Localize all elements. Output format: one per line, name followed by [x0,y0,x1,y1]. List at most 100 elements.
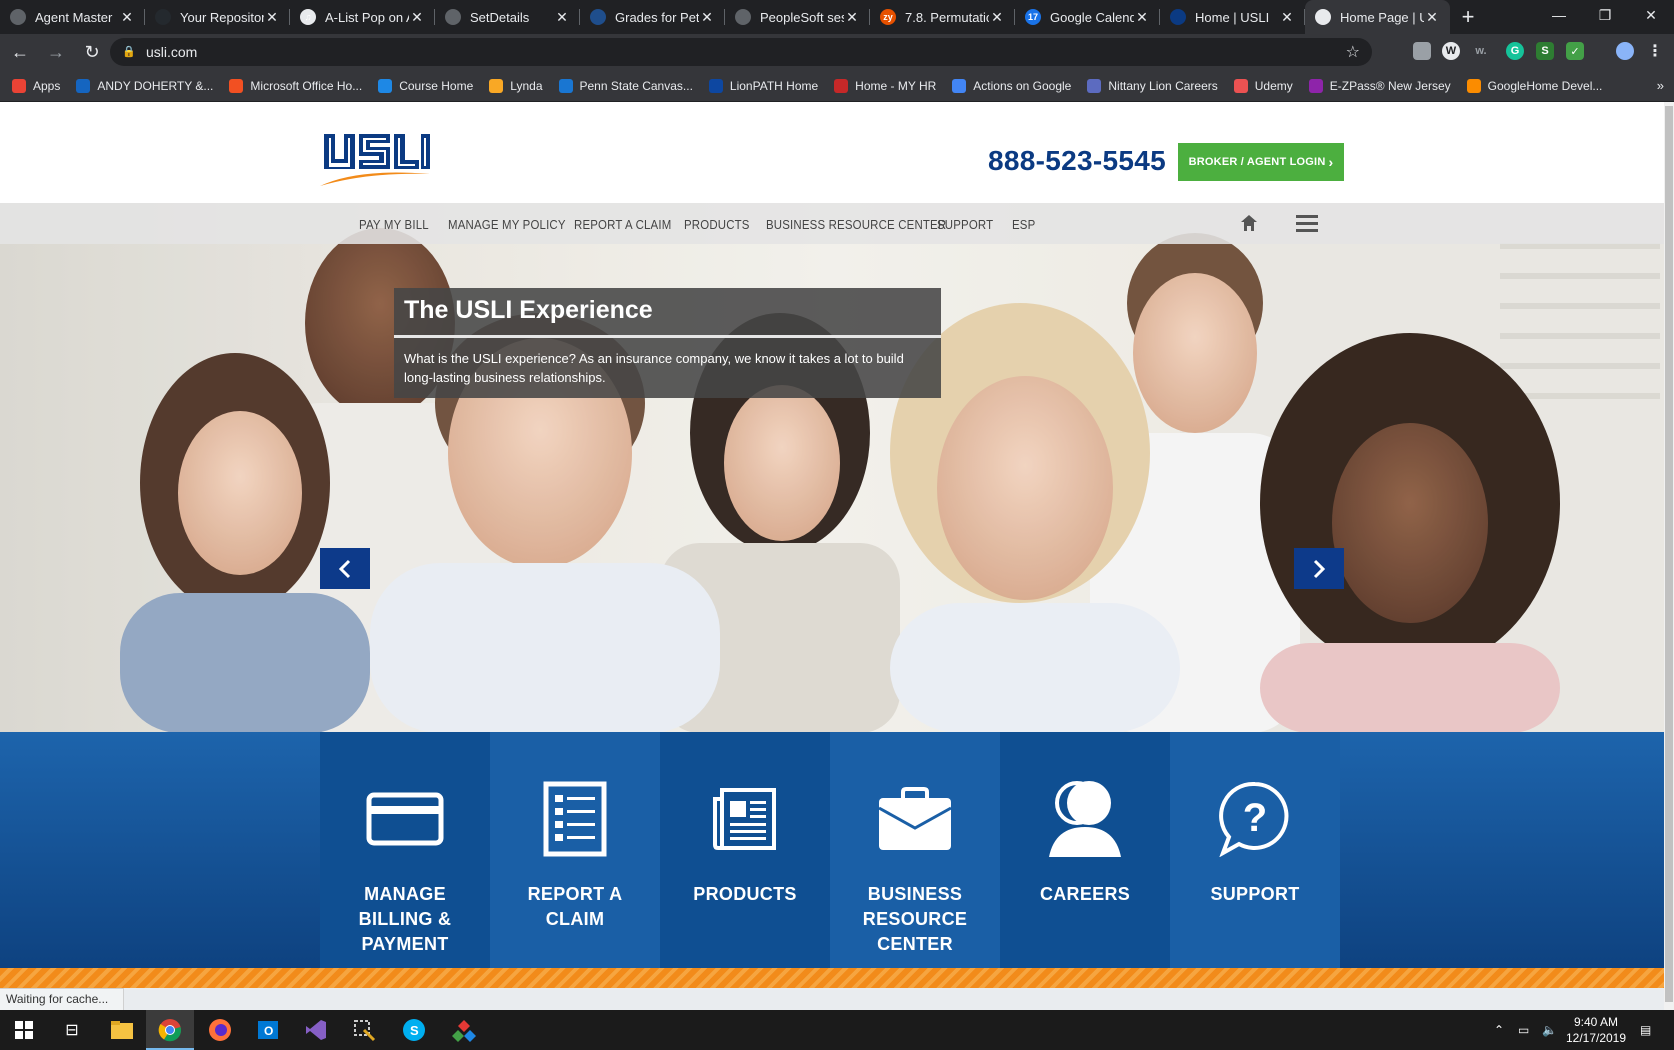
firefox-icon[interactable] [208,1018,232,1042]
browser-tab[interactable]: SetDetails ✕ [435,0,580,34]
browser-tab[interactable]: Home | USLI ✕ [1160,0,1305,34]
wikipedia-extension-icon[interactable]: W [1442,42,1460,60]
bookmark-item[interactable]: Udemy [1233,78,1293,93]
tile-support[interactable]: ? SUPPORT [1170,732,1340,968]
visual-studio-icon[interactable] [304,1018,328,1042]
menu-kebab-icon[interactable]: ⋮ [1646,42,1664,60]
bookmark-item[interactable]: Home - MY HR [834,78,936,93]
nav-products[interactable]: PRODUCTS [684,217,750,232]
bookmark-item[interactable]: Penn State Canvas... [558,78,693,93]
carousel-next-button[interactable] [1294,548,1344,589]
nav-business-resource-center[interactable]: BUSINESS RESOURCE CENTER [766,217,946,232]
phone-number[interactable]: 888-523-5545 [988,145,1166,177]
close-window-button[interactable]: ✕ [1628,0,1674,30]
bookmark-label: E-ZPass® New Jersey [1329,78,1451,93]
home-icon[interactable] [1240,214,1258,232]
file-explorer-icon[interactable] [110,1018,134,1042]
new-tab-button[interactable]: + [1450,0,1486,34]
tab-close-icon[interactable]: ✕ [264,9,280,26]
bookmark-star-icon[interactable]: ☆ [1346,42,1360,62]
tab-list: Agent Master ✕ Your Repository ✕ ♫ A-List Pop… [0,0,1450,34]
back-button[interactable]: ← [4,36,36,68]
minimize-button[interactable]: — [1536,0,1582,30]
task-view-icon[interactable]: ⊟ [60,1018,84,1042]
tab-close-icon[interactable]: ✕ [844,9,860,26]
usli-logo[interactable] [318,128,433,188]
extension-icon[interactable] [1413,42,1431,60]
extension-w-icon[interactable]: w. [1472,42,1490,60]
nav-pay-my-bill[interactable]: PAY MY BILL [359,217,429,232]
bookmark-item[interactable]: E-ZPass® New Jersey [1308,78,1451,93]
tab-close-icon[interactable]: ✕ [1279,9,1295,26]
skype-icon[interactable]: S [402,1018,426,1042]
browser-tab[interactable]: zy 7.8. Permutatio ✕ [870,0,1015,34]
bookmark-item[interactable]: Nittany Lion Careers [1087,78,1218,93]
snipping-tool-icon[interactable] [352,1018,376,1042]
checklist-icon [530,774,620,864]
browser-tab[interactable]: Home Page | U ✕ [1305,0,1450,34]
nav-esp[interactable]: ESP [1012,217,1035,232]
tab-close-icon[interactable]: ✕ [989,9,1005,26]
network-icon[interactable]: ▭ [1518,1010,1529,1050]
bookmark-label: Nittany Lion Careers [1108,78,1218,93]
tab-close-icon[interactable]: ✕ [409,9,425,26]
extension-s-icon[interactable]: S [1536,42,1554,60]
browser-tab[interactable]: ♫ A-List Pop on A ✕ [290,0,435,34]
system-clock[interactable]: 9:40 AM 12/17/2019 [1564,1014,1628,1046]
bookmark-label: Actions on Google [973,78,1072,93]
tile-manage-billing[interactable]: MANAGE BILLING & PAYMENT [320,732,490,968]
windows-start-icon[interactable] [12,1018,36,1042]
browser-tab[interactable]: Agent Master ✕ [0,0,145,34]
nav-report-a-claim[interactable]: REPORT A CLAIM [574,217,671,232]
broker-agent-login-button[interactable]: BROKER / AGENT LOGIN › [1178,143,1344,181]
bookmark-item[interactable]: ANDY DOHERTY &... [76,78,213,93]
profile-avatar[interactable] [1616,42,1634,60]
carousel-prev-button[interactable] [320,548,370,589]
nav-manage-my-policy[interactable]: MANAGE MY POLICY [448,217,566,232]
bookmark-item[interactable]: Actions on Google [952,78,1072,93]
tile-careers[interactable]: CAREERS [1000,732,1170,968]
shield-extension-icon[interactable]: ✓ [1566,42,1584,60]
reload-button[interactable]: ↻ [76,36,108,68]
tab-close-icon[interactable]: ✕ [119,9,135,26]
bookmark-item[interactable]: Course Home [378,78,473,93]
nav-support[interactable]: SUPPORT [937,217,993,232]
bookmark-item[interactable]: Lynda [489,78,543,93]
page-below-fold [0,988,1664,1010]
bookmark-favicon-icon [1087,78,1102,93]
notifications-icon[interactable]: ▤ [1640,1010,1651,1050]
forward-button[interactable]: → [40,36,72,68]
browser-tab[interactable]: 17 Google Calenda✕ [1015,0,1160,34]
browser-tab[interactable]: Your Repository ✕ [145,0,290,34]
tile-business-resource-center[interactable]: BUSINESS RESOURCE CENTER [830,732,1000,968]
tile-report-claim[interactable]: REPORT A CLAIM [490,732,660,968]
tab-title: Agent Master [35,9,113,25]
scrollbar-thumb[interactable] [1665,106,1673,1002]
outlook-icon[interactable]: O [256,1018,280,1042]
restore-button[interactable]: ❐ [1582,0,1628,30]
volume-icon[interactable]: 🔈 [1542,1010,1557,1050]
tab-close-icon[interactable]: ✕ [554,9,570,26]
tray-chevron-up-icon[interactable]: ⌃ [1494,1010,1504,1050]
browser-tab[interactable]: Grades for Pete ✕ [580,0,725,34]
chrome-icon[interactable] [158,1018,182,1042]
browser-tab-strip: Agent Master ✕ Your Repository ✕ ♫ A-List Pop… [0,0,1674,34]
page-scrollbar[interactable] [1664,102,1674,1010]
grammarly-icon[interactable]: G [1506,42,1524,60]
tab-close-icon[interactable]: ✕ [1424,9,1440,26]
tile-label: SUPPORT [1210,884,1300,904]
bookmark-item[interactable]: GoogleHome Devel... [1466,78,1602,93]
hamburger-menu-icon[interactable] [1296,215,1318,233]
tile-products[interactable]: PRODUCTS [660,732,830,968]
apps-shortcut[interactable]: Apps [12,78,61,93]
address-bar[interactable]: 🔒 usli.com ☆ [110,38,1372,66]
bookmark-item[interactable]: LionPATH Home [708,78,818,93]
bookmark-item[interactable]: Microsoft Office Ho... [229,78,362,93]
bookmarks-overflow-icon[interactable]: » [1657,78,1664,93]
browser-tab[interactable]: PeopleSoft sess✕ [725,0,870,34]
tab-favicon-icon [155,9,171,25]
app-tiles-icon[interactable] [452,1018,476,1042]
bookmark-label: Apps [33,78,61,93]
tab-close-icon[interactable]: ✕ [1134,9,1150,26]
tab-close-icon[interactable]: ✕ [699,9,715,26]
